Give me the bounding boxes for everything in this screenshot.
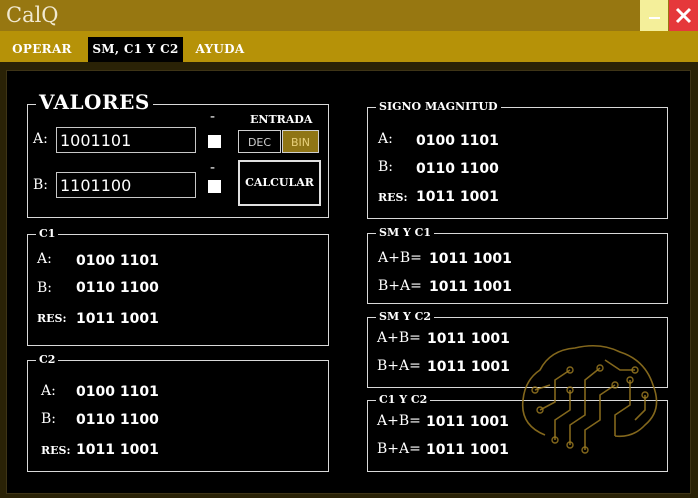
signo-magnitud-group: SIGNO MAGNITUD	[367, 100, 668, 219]
signo-magnitud-title: SIGNO MAGNITUD	[376, 100, 501, 114]
c1-a-value: 0100 1101	[76, 253, 159, 269]
sm-a-value: 0100 1101	[416, 133, 499, 149]
c2-res-label: RES:	[41, 444, 71, 457]
c2-a-value: 0100 1101	[76, 384, 159, 400]
c1-title: C1	[36, 227, 59, 241]
c1-b-value: 0110 1100	[76, 280, 159, 296]
c1-c2-ba-label: B+A=	[377, 441, 421, 457]
sm-c1-ab-value: 1011 1001	[429, 251, 512, 267]
sm-b-label: B:	[378, 159, 394, 175]
sm-a-label: A:	[378, 131, 393, 147]
tab-operar[interactable]: OPERAR	[6, 37, 78, 62]
close-icon	[675, 7, 692, 24]
app-title: CalQ	[6, 3, 59, 27]
c1-res-label: RES:	[37, 312, 67, 325]
c2-res-value: 1011 1001	[76, 442, 159, 458]
c1-res-value: 1011 1001	[76, 311, 159, 327]
entrada-label: ENTRADA	[250, 113, 313, 126]
tab-ayuda[interactable]: AYUDA	[189, 37, 251, 62]
input-b-field[interactable]: 1101100	[56, 172, 196, 198]
title-bar: CalQ	[0, 0, 698, 31]
tab-sm-c1-c2[interactable]: SM, C1 Y C2	[88, 37, 183, 62]
sm-b-value: 0110 1100	[416, 161, 499, 177]
close-button[interactable]	[669, 0, 698, 31]
calcular-button[interactable]: CALCULAR	[238, 160, 321, 206]
sm-c2-ab-value: 1011 1001	[427, 331, 510, 347]
sign-b-label: -	[210, 160, 216, 176]
valores-title: VALORES	[36, 91, 153, 113]
input-b-label: B:	[33, 177, 49, 193]
sm-c1-ab-label: A+B=	[378, 250, 422, 266]
sm-c2-ba-value: 1011 1001	[427, 359, 510, 375]
brain-circuit-icon	[521, 344, 658, 454]
c2-b-value: 0110 1100	[76, 412, 159, 428]
minimize-icon	[649, 17, 660, 19]
c1-c2-ba-value: 1011 1001	[426, 442, 509, 458]
c1-a-label: A:	[37, 251, 52, 267]
c1-b-label: B:	[37, 280, 53, 296]
sign-b-checkbox[interactable]	[208, 180, 221, 193]
c1-group: C1	[27, 227, 329, 346]
c2-title: C2	[36, 353, 59, 367]
sign-a-label: -	[210, 109, 216, 125]
sm-c1-title: SM Y C1	[376, 226, 435, 240]
dec-toggle[interactable]: DEC	[238, 130, 281, 153]
sign-a-checkbox[interactable]	[208, 135, 221, 148]
c2-a-label: A:	[41, 383, 56, 399]
sm-c1-ba-label: B+A=	[378, 278, 422, 294]
sm-c2-title: SM Y C2	[376, 310, 435, 324]
c2-b-label: B:	[41, 411, 57, 427]
bin-toggle[interactable]: BIN	[282, 130, 319, 153]
sm-c2-ba-label: B+A=	[377, 358, 421, 374]
input-a-field[interactable]: 1001101	[56, 127, 196, 153]
sm-res-label: RES:	[378, 191, 408, 204]
c2-group: C2	[27, 353, 329, 472]
sm-res-value: 1011 1001	[416, 189, 499, 205]
sm-c2-ab-label: A+B=	[377, 330, 421, 346]
c1-c2-title: C1 Y C2	[376, 393, 431, 407]
c1-c2-ab-value: 1011 1001	[426, 414, 509, 430]
input-a-label: A:	[33, 131, 48, 147]
sm-c1-ba-value: 1011 1001	[429, 279, 512, 295]
c1-c2-ab-label: A+B=	[377, 413, 421, 429]
minimize-button[interactable]	[640, 0, 668, 31]
